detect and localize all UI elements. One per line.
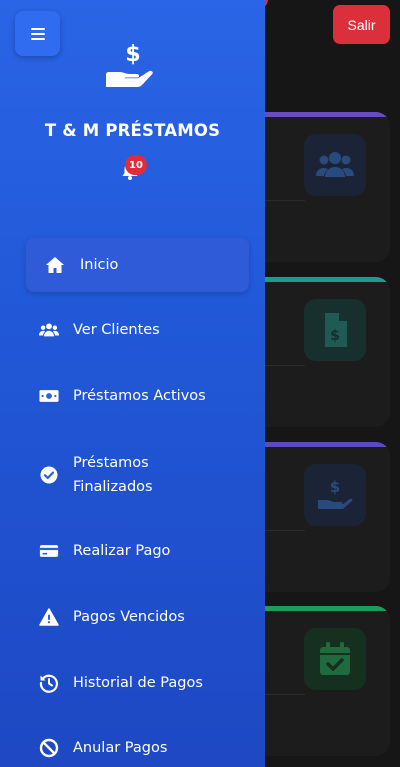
nav-item-label: Realizar Pago bbox=[73, 543, 171, 559]
logout-button[interactable]: Salir bbox=[333, 5, 390, 44]
nav-item-label: Inicio bbox=[80, 257, 119, 273]
brand-title: T & M PRÉSTAMOS bbox=[44, 121, 221, 140]
warning-icon bbox=[38, 606, 60, 628]
nav-item-label: Préstamos Activos bbox=[73, 388, 206, 404]
nav-item-prestamos-finalizados[interactable]: Préstamos Finalizados bbox=[26, 448, 249, 502]
calendar-check-icon bbox=[304, 628, 366, 690]
nav-item-label: Préstamos Finalizados bbox=[73, 455, 153, 495]
bell-count-badge: 10 bbox=[125, 155, 147, 175]
nav-item-realizar-pago[interactable]: Realizar Pago bbox=[26, 524, 249, 578]
hamburger-icon bbox=[30, 27, 45, 40]
svg-text:$: $ bbox=[330, 328, 340, 344]
side-drawer: $ T & M PRÉSTAMOS 10 Inicio Ver Clientes… bbox=[0, 0, 265, 767]
nav-item-anular-pagos[interactable]: Anular Pagos bbox=[26, 721, 249, 767]
svg-text:$: $ bbox=[330, 478, 340, 496]
users-icon bbox=[304, 134, 366, 196]
nav-item-label: Historial de Pagos bbox=[73, 675, 203, 691]
nav-item-label: Ver Clientes bbox=[73, 322, 160, 338]
money-bill-icon bbox=[38, 385, 60, 407]
nav-item-label: Anular Pagos bbox=[73, 740, 168, 756]
credit-card-icon bbox=[38, 540, 60, 562]
check-circle-icon bbox=[38, 464, 60, 486]
home-icon bbox=[44, 254, 66, 276]
ban-icon bbox=[38, 737, 60, 759]
history-icon bbox=[38, 672, 60, 694]
nav-item-inicio[interactable]: Inicio bbox=[26, 238, 249, 292]
users-icon bbox=[38, 319, 60, 341]
nav-item-pagos-vencidos[interactable]: Pagos Vencidos bbox=[26, 590, 249, 644]
svg-text:$: $ bbox=[125, 42, 140, 67]
menu-toggle-button[interactable] bbox=[15, 11, 60, 56]
nav-item-label: Pagos Vencidos bbox=[73, 609, 185, 625]
money-hand-icon: $ bbox=[304, 464, 366, 526]
invoice-dollar-icon: $ bbox=[304, 299, 366, 361]
nav-item-historial-de-pagos[interactable]: Historial de Pagos bbox=[26, 656, 249, 710]
nav-item-prestamos-activos[interactable]: Préstamos Activos bbox=[26, 369, 249, 423]
money-hand-icon: $ bbox=[106, 42, 153, 87]
nav-item-ver-clientes[interactable]: Ver Clientes bbox=[26, 303, 249, 357]
